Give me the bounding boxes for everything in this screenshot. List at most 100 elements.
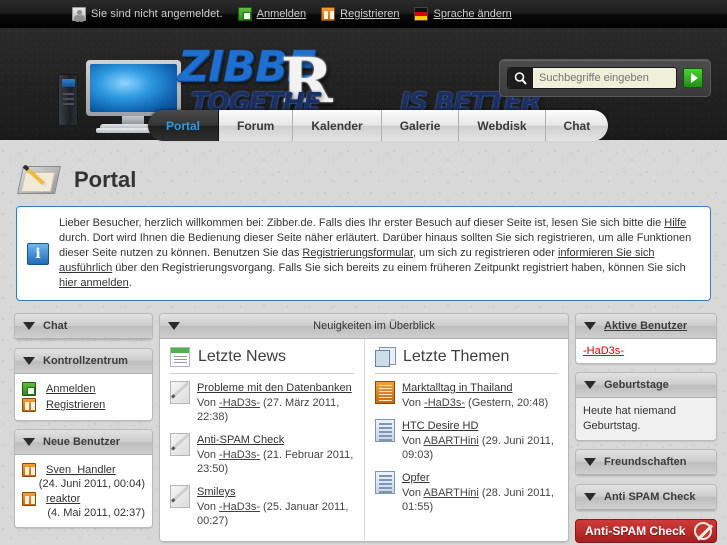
anti-spam-banner[interactable]: Anti-SPAM Check — [575, 519, 717, 543]
kz-anmelden-link[interactable]: Anmelden — [46, 383, 96, 395]
panel-geburtstage-body: Heute hat niemand Geburtstag. — [576, 398, 716, 440]
portal-icon — [17, 160, 62, 200]
search-box[interactable] — [499, 59, 711, 97]
panel-kontrollzentrum-header[interactable]: Kontrollzentrum — [15, 349, 152, 374]
tab-kalender-label: Kalender — [311, 118, 363, 133]
new-user-date: (4. Mai 2011, 02:37) — [47, 507, 145, 519]
panel-chat: Chat — [14, 313, 153, 340]
list-item[interactable]: Registrieren — [22, 398, 145, 412]
list-item[interactable]: Anmelden — [22, 382, 145, 396]
user-badge-icon — [22, 492, 36, 506]
tab-kalender[interactable]: Kalender — [293, 110, 382, 141]
panel-kontrollzentrum: Kontrollzentrum Anmelden Registrieren — [14, 348, 153, 421]
latest-threads-column: Letzte Themen Marktalltag in Thailand Vo… — [364, 339, 568, 541]
panel-neuigkeiten-title: Neuigkeiten im Überblick — [313, 320, 435, 332]
tab-webdisk[interactable]: Webdisk — [459, 110, 546, 141]
thread-title[interactable]: Opfer — [402, 471, 558, 485]
panel-geburtstage: Geburtstage Heute hat niemand Geburtstag… — [575, 372, 717, 441]
news-entry-icon — [170, 433, 190, 456]
news-title[interactable]: Anti-SPAM Check — [197, 433, 354, 447]
list-item[interactable]: Smileys Von -HaD3s- (25. Januar 2011, 00… — [170, 485, 354, 528]
panel-freundschaften: Freundschaften — [575, 449, 717, 476]
panel-aktive-benutzer-body: -HaD3s- — [576, 339, 716, 363]
thread-title[interactable]: Marktalltag in Thailand — [402, 381, 548, 395]
tab-chat[interactable]: Chat — [545, 110, 609, 141]
panel-geburtstage-header[interactable]: Geburtstage — [576, 373, 716, 398]
chevron-down-icon[interactable] — [584, 322, 596, 330]
chevron-down-icon[interactable] — [23, 438, 35, 446]
monitor-icon — [86, 60, 181, 116]
help-link[interactable]: Hilfe — [664, 217, 686, 229]
kz-registrieren-link[interactable]: Registrieren — [46, 399, 105, 411]
panel-kontrollzentrum-body: Anmelden Registrieren — [15, 374, 152, 420]
birthday-text: Heute hat niemand Geburtstag. — [583, 405, 676, 432]
list-item[interactable]: Marktalltag in Thailand Von -HaD3s- (Ges… — [375, 381, 558, 410]
tab-portal[interactable]: Portal — [148, 110, 220, 141]
login-link[interactable]: Anmelden — [257, 8, 307, 20]
site-header: ZIBBE R TOGETHEIS BETTER Portal Forum Ka… — [0, 28, 727, 141]
chevron-down-icon[interactable] — [168, 322, 180, 330]
chevron-down-icon[interactable] — [584, 458, 596, 466]
panel-aktive-benutzer-header[interactable]: Aktive Benutzer — [576, 314, 716, 339]
chevron-down-icon[interactable] — [584, 493, 596, 501]
welcome-info-text: Lieber Besucher, herzlich willkommen bei… — [59, 216, 698, 291]
change-language-link[interactable]: Sprache ändern — [433, 8, 511, 20]
register-link[interactable]: Registrieren — [340, 8, 399, 20]
thread-author[interactable]: ABARTHini — [423, 487, 478, 499]
no-spam-icon — [694, 522, 712, 540]
panel-neue-benutzer-header[interactable]: Neue Benutzer — [15, 430, 152, 455]
search-submit-button[interactable] — [683, 68, 703, 88]
welcome-info-box: i Lieber Besucher, herzlich willkommen b… — [16, 206, 711, 301]
news-title[interactable]: Probleme mit den Datenbanken — [197, 381, 354, 395]
panel-neuigkeiten-header[interactable]: Neuigkeiten im Überblick — [160, 314, 568, 339]
threads-icon — [375, 347, 396, 367]
list-item[interactable]: Probleme mit den Datenbanken Von -HaD3s-… — [170, 381, 354, 424]
thread-author[interactable]: -HaD3s- — [424, 397, 465, 409]
latest-news-heading: Letzte News — [198, 348, 287, 365]
thread-author[interactable]: ABARTHini — [423, 435, 478, 447]
search-field-wrap[interactable] — [507, 67, 677, 89]
new-user-name[interactable]: Sven_Handler — [46, 464, 116, 476]
panel-geburtstage-title: Geburtstage — [604, 379, 669, 391]
thread-entry-icon — [375, 381, 395, 404]
list-item[interactable]: Sven_Handler (24. Juni 2011, 00:04) — [22, 463, 145, 490]
tab-forum[interactable]: Forum — [219, 110, 294, 141]
thread-date: (Gestern, 20:48) — [464, 397, 549, 409]
thread-von-label: Von — [402, 435, 424, 447]
chevron-down-icon[interactable] — [23, 357, 35, 365]
login-here-link[interactable]: hier anmelden — [59, 277, 129, 289]
panel-freundschaften-header[interactable]: Freundschaften — [576, 450, 716, 475]
new-user-name[interactable]: reaktor — [46, 493, 80, 505]
panel-anti-spam-header[interactable]: Anti SPAM Check — [576, 485, 716, 510]
list-item[interactable]: reaktor (4. Mai 2011, 02:37) — [22, 492, 145, 519]
news-title[interactable]: Smileys — [197, 485, 354, 499]
panel-anti-spam-check: Anti SPAM Check — [575, 484, 717, 511]
language-link-wrap[interactable]: Sprache ändern — [414, 7, 512, 21]
tab-galerie[interactable]: Galerie — [381, 110, 460, 141]
new-user-row[interactable]: Sven_Handler — [22, 463, 145, 477]
computer-tower-icon — [58, 74, 78, 126]
news-author[interactable]: -HaD3s- — [219, 397, 260, 409]
active-user-link[interactable]: -HaD3s- — [583, 345, 624, 357]
list-item[interactable]: HTC Desire HD Von ABARTHini (29. Juni 20… — [375, 419, 558, 462]
login-link-wrap[interactable]: Anmelden — [237, 7, 307, 21]
login-status-text: Sie sind nicht angemeldet. — [91, 8, 223, 20]
latest-news-column: Letzte News Probleme mit den Datenbanken… — [160, 339, 364, 541]
chevron-down-icon[interactable] — [584, 381, 596, 389]
new-user-row[interactable]: reaktor — [22, 492, 145, 506]
register-link-wrap[interactable]: Registrieren — [321, 7, 399, 21]
panel-neue-benutzer-body: Sven_Handler (24. Juni 2011, 00:04) reak… — [15, 455, 152, 527]
panel-chat-header[interactable]: Chat — [15, 314, 152, 339]
registration-form-link[interactable]: Registrierungsformular — [302, 247, 413, 259]
panel-neuigkeiten-body: Letzte News Probleme mit den Datenbanken… — [160, 339, 568, 541]
list-item[interactable]: Opfer Von ABARTHini (28. Juni 2011, 01:5… — [375, 471, 558, 514]
search-input[interactable] — [533, 68, 676, 88]
login-status: Sie sind nicht angemeldet. — [72, 7, 223, 21]
thread-title[interactable]: HTC Desire HD — [402, 419, 558, 433]
chevron-down-icon[interactable] — [23, 322, 35, 330]
panel-aktive-benutzer-title[interactable]: Aktive Benutzer — [604, 320, 687, 332]
news-author[interactable]: -HaD3s- — [219, 501, 260, 513]
tab-portal-label: Portal — [166, 118, 201, 133]
list-item[interactable]: Anti-SPAM Check Von -HaD3s- (21. Februar… — [170, 433, 354, 476]
news-author[interactable]: -HaD3s- — [219, 449, 260, 461]
